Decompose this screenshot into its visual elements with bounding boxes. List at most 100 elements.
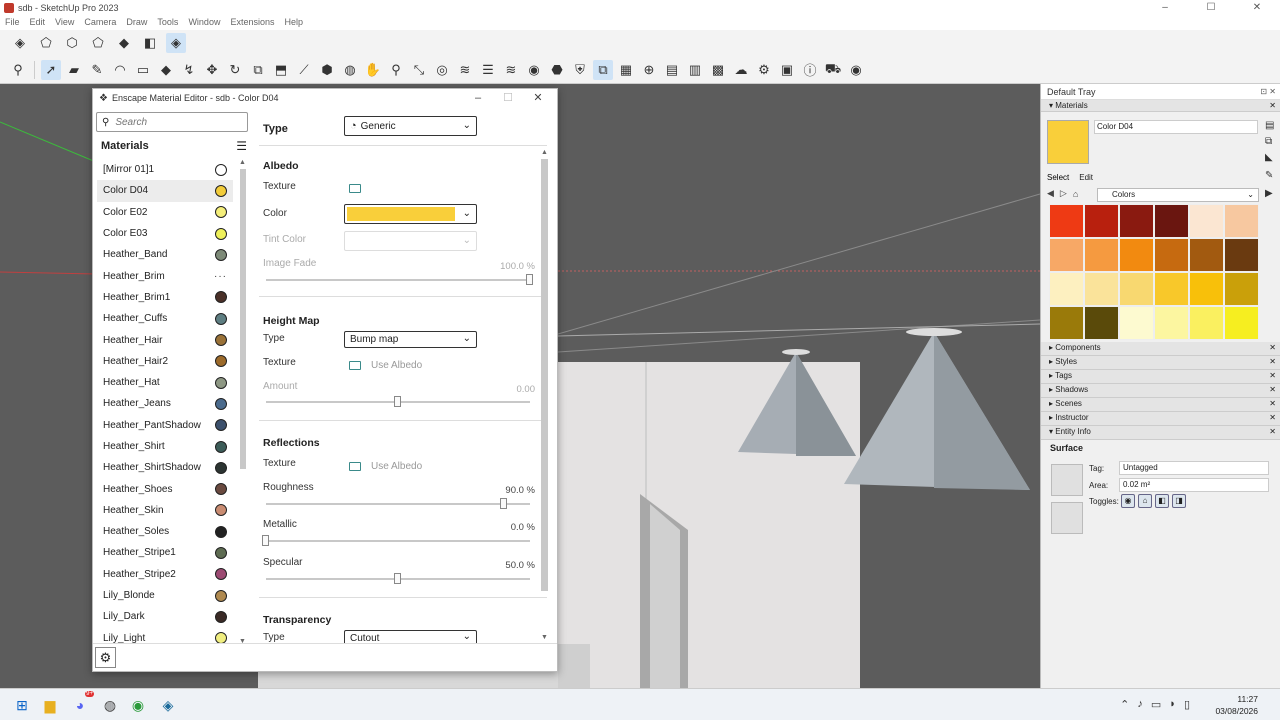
palette-swatch[interactable] [1154,272,1189,306]
material-list-item[interactable]: Heather_Stripe2 [97,564,233,585]
palette-swatch[interactable] [1084,272,1119,306]
material-list-item[interactable]: Heather_Hair [97,329,233,350]
volume-icon[interactable]: ◗ [1169,698,1176,711]
palette-swatch[interactable] [1049,306,1084,340]
tray-panel-header[interactable]: ▸ Shadows ✕ [1041,384,1280,398]
tag-select[interactable]: Untagged [1119,461,1269,475]
palette-swatch[interactable] [1189,204,1224,238]
scroll-down-icon[interactable]: ▼ [541,634,548,641]
close-panel-icon[interactable]: ✕ [1269,398,1276,410]
material-list-item[interactable]: Heather_Soles [97,521,233,542]
palette-swatch[interactable] [1224,272,1259,306]
material-list-item[interactable]: Heather_Shoes [97,478,233,499]
editor-close-button[interactable]: ✕ [523,89,553,107]
cloud-icon[interactable]: ☁ [731,60,751,80]
specular-slider-knob[interactable] [394,573,401,584]
asset-library-icon[interactable]: ▦ [616,60,636,80]
enscape-sync-icon[interactable]: ≋ [455,60,475,80]
amount-slider-knob[interactable] [394,396,401,407]
menu-file[interactable]: File [0,15,25,30]
reflections-folder-icon[interactable] [349,462,361,471]
albedo-texture-folder-icon[interactable] [349,184,361,193]
info-icon[interactable]: ⓘ [800,60,820,80]
palette-swatch[interactable] [1224,306,1259,340]
color-palette[interactable] [1049,204,1259,340]
account-icon[interactable]: ◉ [846,60,866,80]
tray-panel-header[interactable]: ▸ Tags ✕ [1041,370,1280,384]
palette-swatch[interactable] [1084,204,1119,238]
rectangle-tool-icon[interactable]: ▭ [133,60,153,80]
discord-icon[interactable]: ◕ 9+ [70,691,94,715]
menu-extensions[interactable]: Extensions [225,15,279,30]
scroll-up-icon[interactable]: ▲ [541,149,548,156]
cart-icon[interactable]: ⛟ [823,60,843,80]
minimize-button[interactable]: – [1142,0,1188,15]
checker-icon[interactable]: ▩ [708,60,728,80]
menu-draw[interactable]: Draw [121,15,152,30]
network-icon[interactable]: ▭ [1151,698,1161,711]
move-tool-icon[interactable]: ✥ [202,60,222,80]
material-list-item[interactable]: Heather_Hair2 [97,351,233,372]
menu-help[interactable]: Help [279,15,308,30]
material-search-input[interactable] [115,116,236,128]
eraser-icon[interactable]: ▰ [64,60,84,80]
screen-icon[interactable]: ▣ [777,60,797,80]
battery-icon[interactable]: ▯ [1184,698,1190,711]
tray-panel-header[interactable]: ▸ Instructor ✕ [1041,412,1280,426]
palette-swatch[interactable] [1189,272,1224,306]
gear-icon[interactable]: ⚙ [754,60,774,80]
tab-edit[interactable]: Edit [1079,173,1093,182]
material-list-item[interactable]: Heather_Shirt [97,436,233,457]
entity-material-thumb[interactable] [1051,464,1083,496]
material-editor-icon[interactable]: ⧉ [593,59,613,80]
menu-tools[interactable]: Tools [152,15,183,30]
orbit-icon[interactable]: ◍ [340,60,360,80]
enscape-settings-icon[interactable]: ≋ [501,60,521,80]
select-tool-icon[interactable]: ➚ [41,59,61,80]
palette-swatch[interactable] [1119,238,1154,272]
receive-shadows-icon[interactable]: ◧ [1155,494,1169,508]
more-options-icon[interactable]: ··· [214,271,227,282]
palette-swatch[interactable] [1084,238,1119,272]
close-panel-icon[interactable]: ✕ [1269,412,1276,424]
tray-panel-header[interactable]: ▸ Styles ✕ [1041,356,1280,370]
material-list-item[interactable]: Heather_Hat [97,372,233,393]
material-list-item[interactable]: Heather_Brim1 [97,287,233,308]
roughness-slider[interactable] [266,498,530,509]
home-icon[interactable]: ⌂ [1073,189,1078,199]
system-clock[interactable]: 11:27 03/08/2026 [1215,693,1258,717]
tray-panel-header[interactable]: ▸ Scenes ✕ [1041,398,1280,412]
top-view-icon[interactable]: ⬠ [36,33,56,53]
close-panel-icon[interactable]: ✕ [1269,426,1276,438]
palette-swatch[interactable] [1189,238,1224,272]
material-list-item[interactable]: [Mirror 01]1 [97,159,233,180]
metallic-slider-knob[interactable] [262,535,269,546]
visibility-toggle-icon[interactable]: ◉ [1121,494,1135,508]
create-material-icon[interactable]: ⧉ [1265,136,1272,147]
material-list[interactable]: [Mirror 01]1 Color D04 Color E02 Color E03 H… [97,159,233,645]
sketchup-taskbar-icon[interactable]: ◈ [158,695,178,715]
close-button[interactable]: ✕ [1234,0,1280,15]
details-arrow-icon[interactable]: ▶ [1265,188,1273,199]
close-panel-icon[interactable]: ✕ [1269,100,1276,112]
paint-bucket-icon[interactable]: ⬢ [317,60,337,80]
lock-toggle-icon[interactable]: ⌂ [1138,494,1152,508]
display-secondary-icon[interactable]: ▤ [1265,120,1274,131]
scroll-up-icon[interactable]: ▲ [239,159,246,166]
albedo-color-picker[interactable]: ⌄ [344,204,477,224]
back-view-icon[interactable]: ◆ [114,33,134,53]
palette-swatch[interactable] [1119,272,1154,306]
shield-icon[interactable]: ⛨ [570,60,590,80]
enscape-start-icon[interactable]: ◎ [432,60,452,80]
height-map-type-dropdown[interactable]: Bump map ⌄ [344,331,477,348]
library-select[interactable]: Colors ⌄ [1097,188,1259,202]
material-list-item[interactable]: Heather_Jeans [97,393,233,414]
material-list-item[interactable]: Heather_ShirtShadow [97,457,233,478]
material-list-scrollbar[interactable]: ▲ ▼ [239,159,248,645]
image-fade-slider-knob[interactable] [526,274,533,285]
palette-swatch[interactable] [1049,272,1084,306]
iso-view-icon[interactable]: ◈ [10,33,30,53]
pencil-icon[interactable]: ✎ [87,60,107,80]
material-list-item[interactable]: Heather_Cuffs [97,308,233,329]
properties-scrollbar[interactable]: ▲ ▼ [540,149,549,641]
